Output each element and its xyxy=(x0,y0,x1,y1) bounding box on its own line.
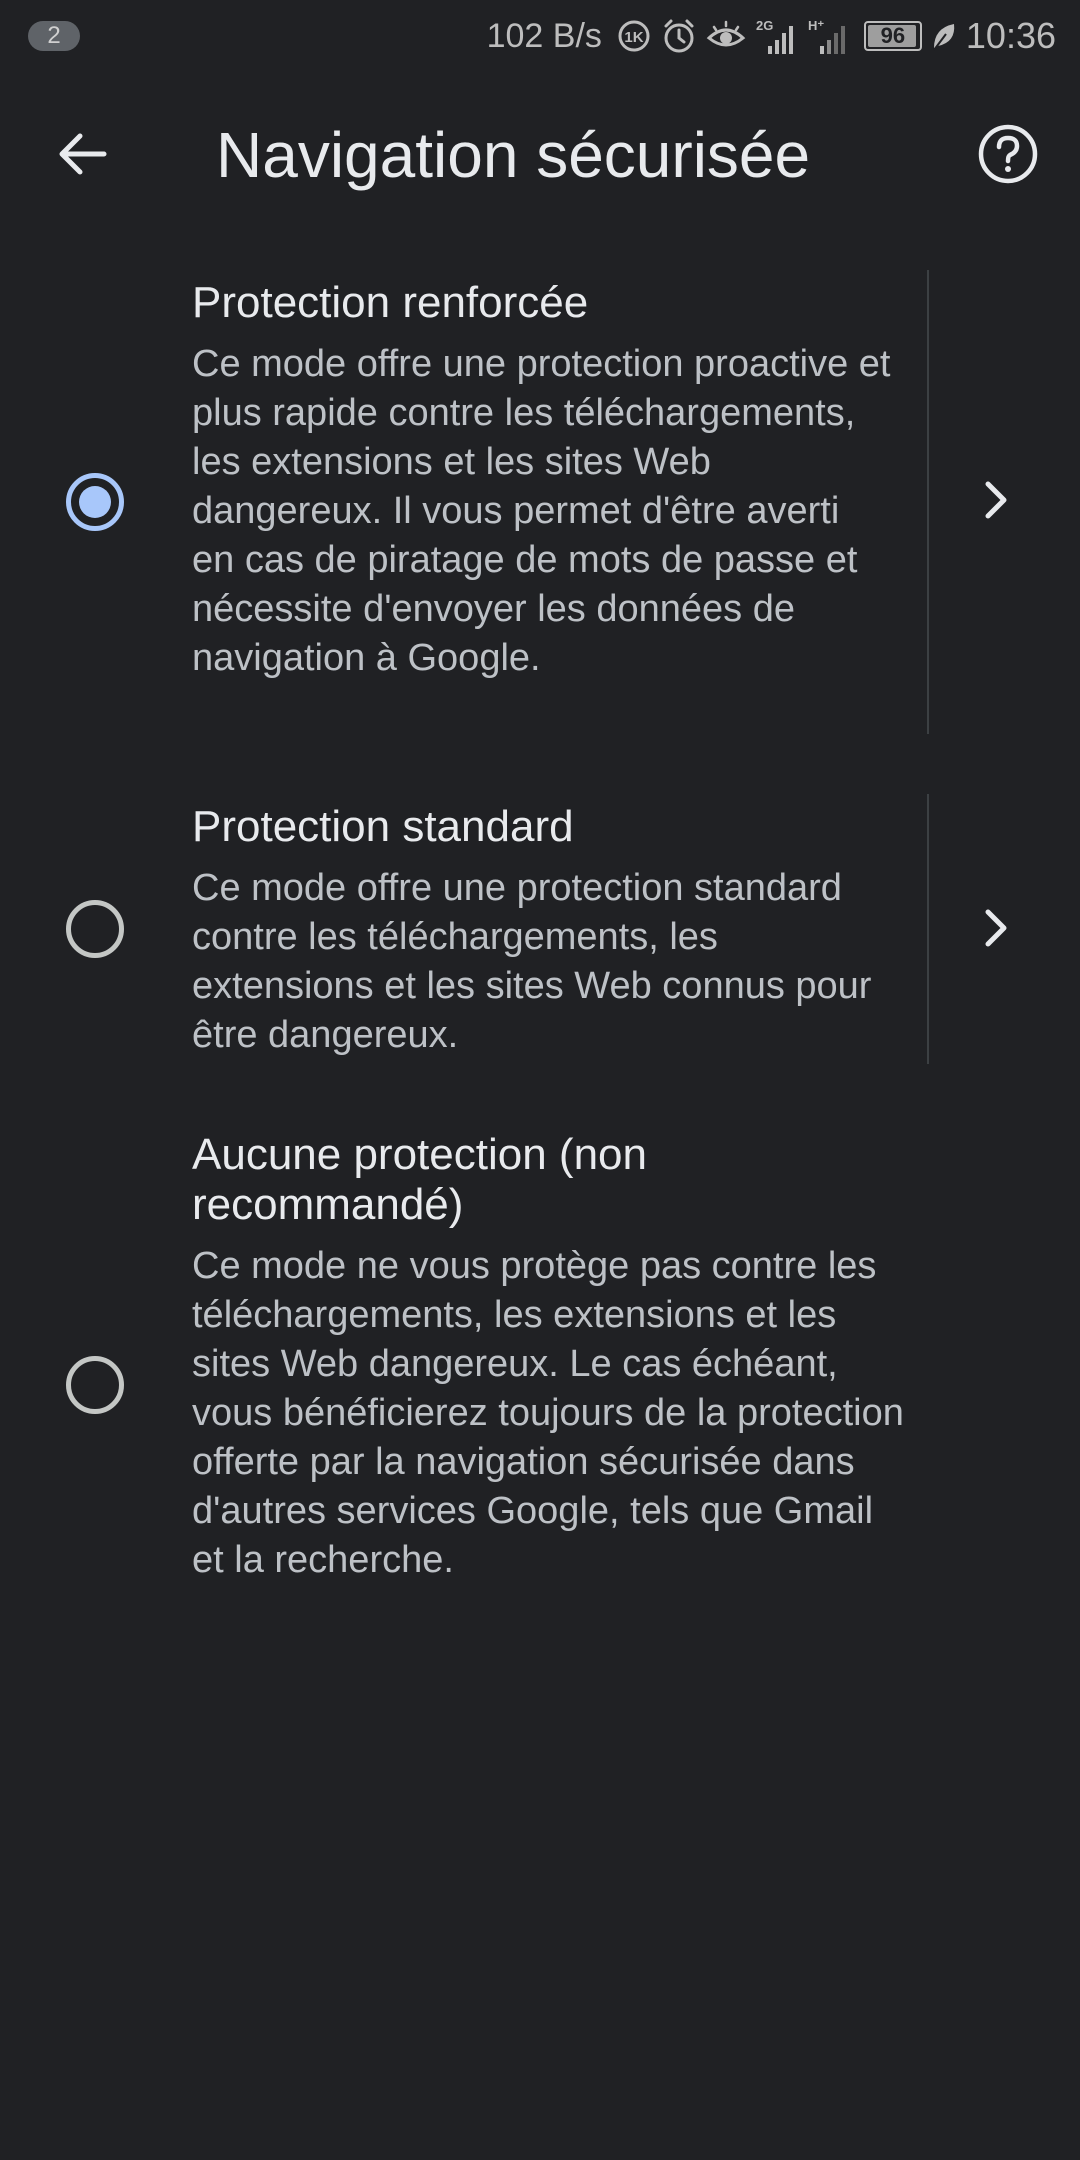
chevron-right-icon xyxy=(978,478,1014,527)
svg-text:H⁺: H⁺ xyxy=(808,18,824,33)
leaf-icon xyxy=(930,20,958,52)
radio-no-protection[interactable] xyxy=(66,1356,124,1414)
option-title: Protection renforcée xyxy=(192,278,589,327)
signal-h-icon: H⁺ xyxy=(806,16,850,56)
clock: 10:36 xyxy=(965,15,1056,56)
chevron-right-icon xyxy=(978,906,1014,955)
option-description: Ce mode offre une protection standard co… xyxy=(192,867,872,1056)
option-text: Protection standard Ce mode offre une pr… xyxy=(192,802,892,1060)
option-title: Protection standard xyxy=(192,802,574,851)
option-enhanced-protection[interactable]: Protection renforcée Ce mode offre une p… xyxy=(0,268,1080,748)
standard-protection-details-button[interactable] xyxy=(960,894,1032,966)
option-no-protection[interactable]: Aucune protection (non recommandé) Ce mo… xyxy=(0,1122,1080,1642)
svg-text:1K: 1K xyxy=(624,29,643,46)
divider xyxy=(927,794,929,1064)
option-title: Aucune protection (non recommandé) xyxy=(192,1130,647,1229)
radio-selected-dot xyxy=(79,486,111,518)
help-circle-icon xyxy=(977,123,1039,190)
arrow-left-icon xyxy=(54,126,110,187)
signal-2g-icon: 2G xyxy=(754,16,798,56)
network-speed: 102 B/s xyxy=(486,16,602,55)
back-button[interactable] xyxy=(40,114,124,198)
eye-comfort-icon xyxy=(706,18,746,54)
option-text: Aucune protection (non recommandé) Ce mo… xyxy=(192,1130,912,1585)
page-title: Navigation sécurisée xyxy=(216,119,811,191)
svg-text:2G: 2G xyxy=(756,18,773,33)
radio-enhanced-protection[interactable] xyxy=(66,473,124,531)
option-text: Protection renforcée Ce mode offre une p… xyxy=(192,278,892,683)
radio-standard-protection[interactable] xyxy=(66,900,124,958)
option-description: Ce mode offre une protection proactive e… xyxy=(192,343,891,679)
alarm-icon xyxy=(660,17,698,55)
battery-icon: 96 xyxy=(863,21,922,51)
data-saver-icon: 1K xyxy=(616,18,652,54)
enhanced-protection-details-button[interactable] xyxy=(960,466,1032,538)
option-standard-protection[interactable]: Protection standard Ce mode offre une pr… xyxy=(0,794,1080,1066)
notification-count-badge: 2 xyxy=(28,21,80,51)
battery-level: 96 xyxy=(880,23,906,48)
divider xyxy=(927,270,929,734)
status-indicators: 102 B/s 1K 2G H⁺ 96 10:36 xyxy=(487,15,1056,57)
status-bar: 2 102 B/s 1K 2G H⁺ 96 10:36 xyxy=(0,0,1080,72)
help-button[interactable] xyxy=(964,112,1052,200)
option-description: Ce mode ne vous protège pas contre les t… xyxy=(192,1245,904,1581)
toolbar: Navigation sécurisée xyxy=(0,72,1080,240)
